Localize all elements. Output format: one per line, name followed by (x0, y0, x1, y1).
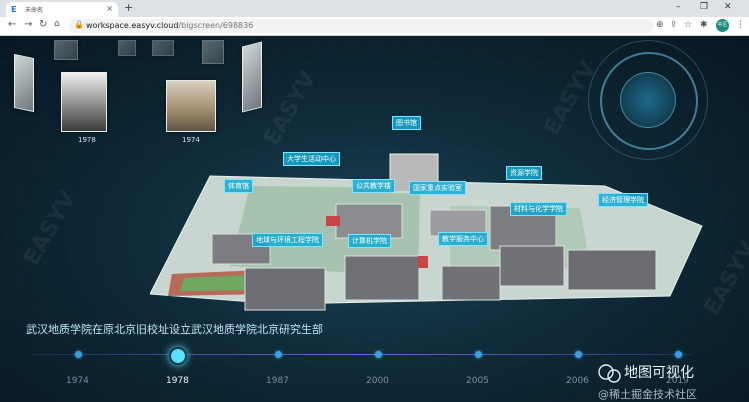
building-label[interactable]: 体育馆 (224, 179, 253, 193)
roof-accent (326, 216, 340, 226)
history-photo[interactable] (61, 72, 107, 132)
timeline-node[interactable] (674, 351, 682, 358)
timeline-year-label[interactable]: 2006 (566, 376, 589, 386)
browser-tab[interactable]: E 未命名 × (6, 2, 118, 17)
event-caption: 武汉地质学院在原北京旧校址设立武汉地质学院北京研究生部 (26, 323, 323, 336)
building-label[interactable]: 图书馆 (392, 116, 421, 130)
extensions-icon[interactable]: ✱ (700, 20, 708, 30)
address-bar[interactable]: 🔒 workspace.easyv.cloud/bigscreen/698836 (68, 19, 654, 33)
roof-accent (418, 256, 428, 268)
home-icon[interactable]: ⌂ (54, 19, 60, 29)
timeline-year-label[interactable]: 1974 (66, 376, 89, 386)
wechat-watermark: 地图可视化 @稀土掘金技术社区 (598, 364, 697, 401)
timeline-year-label[interactable]: 2005 (466, 376, 489, 386)
maximize-icon[interactable]: ❐ (700, 2, 708, 12)
timeline-node[interactable] (274, 351, 282, 358)
wechat-title: 地图可视化 (624, 365, 694, 381)
profile-avatar[interactable]: 中区 (716, 19, 729, 32)
url-text: workspace.easyv.cloud/bigscreen/698836 (86, 21, 254, 30)
tab-strip: E 未命名 × + – ❐ ✕ (0, 0, 749, 17)
timeline-track (30, 354, 690, 355)
close-tab-icon[interactable]: × (106, 4, 113, 13)
bookmark-star-icon[interactable]: ☆ (684, 20, 692, 30)
history-photo[interactable] (242, 41, 262, 113)
photo-year-label: 1978 (78, 136, 96, 144)
economics-building (567, 249, 657, 291)
building-label[interactable]: 经济管理学院 (598, 193, 648, 207)
timeline-year-label[interactable]: 1978 (166, 376, 189, 386)
bigscreen-canvas: EASYV EASYV EASYV EASYV 1978 1974 图书馆 大学… (0, 36, 749, 402)
materials-building (499, 245, 565, 287)
building-label[interactable]: 国家重点实验室 (409, 181, 466, 195)
public-teaching-building (335, 203, 403, 239)
photo-year-label: 1974 (182, 136, 200, 144)
building-label[interactable]: 资源学院 (506, 166, 542, 180)
toolbar: ← → ↻ ⌂ 🔒 workspace.easyv.cloud/bigscree… (0, 17, 749, 36)
timeline-node[interactable] (574, 351, 582, 358)
community-watermark: @稀土掘金技术社区 (598, 387, 697, 401)
cs-building (344, 255, 420, 301)
building-label[interactable]: 计算机学院 (348, 234, 391, 248)
teaching-service-building (441, 265, 501, 301)
timeline-node[interactable] (169, 347, 187, 365)
share-icon[interactable]: ⇪ (670, 20, 678, 30)
timeline-node[interactable] (74, 351, 82, 358)
campus-3d-map[interactable] (150, 146, 710, 341)
wechat-icon (598, 364, 614, 380)
reload-icon[interactable]: ↻ (39, 19, 47, 30)
building-label[interactable]: 材料与化学学院 (510, 202, 567, 216)
history-photo[interactable] (54, 40, 78, 60)
timeline-node[interactable] (374, 351, 382, 358)
lock-icon: 🔒 (74, 20, 84, 29)
building-label[interactable]: 地球与环境工程学院 (252, 233, 323, 247)
history-photo[interactable] (152, 40, 174, 56)
back-icon[interactable]: ← (8, 19, 16, 30)
close-window-icon[interactable]: ✕ (724, 2, 732, 12)
building-label[interactable]: 公共教学楼 (352, 179, 395, 193)
zoom-icon[interactable]: ⊕ (656, 20, 664, 30)
timeline-node[interactable] (474, 351, 482, 358)
timeline-year-label[interactable]: 1987 (266, 376, 289, 386)
minimize-icon[interactable]: – (676, 2, 681, 12)
wechat-icon (607, 369, 621, 383)
globe-icon (620, 72, 676, 128)
history-photo[interactable] (202, 40, 224, 64)
forward-icon[interactable]: → (24, 19, 32, 30)
easyv-favicon-icon: E (11, 5, 17, 14)
history-photo[interactable] (14, 53, 34, 113)
new-tab-button[interactable]: + (124, 1, 133, 14)
history-photo[interactable] (118, 40, 136, 56)
menu-icon[interactable]: ⋮ (736, 20, 745, 30)
tab-title: 未命名 (25, 7, 44, 14)
history-photo[interactable] (166, 80, 216, 132)
building-label[interactable]: 教学服务中心 (438, 232, 488, 246)
earth-env-building (244, 267, 326, 311)
building-label[interactable]: 大学生活动中心 (283, 152, 340, 166)
timeline-year-label[interactable]: 2000 (366, 376, 389, 386)
